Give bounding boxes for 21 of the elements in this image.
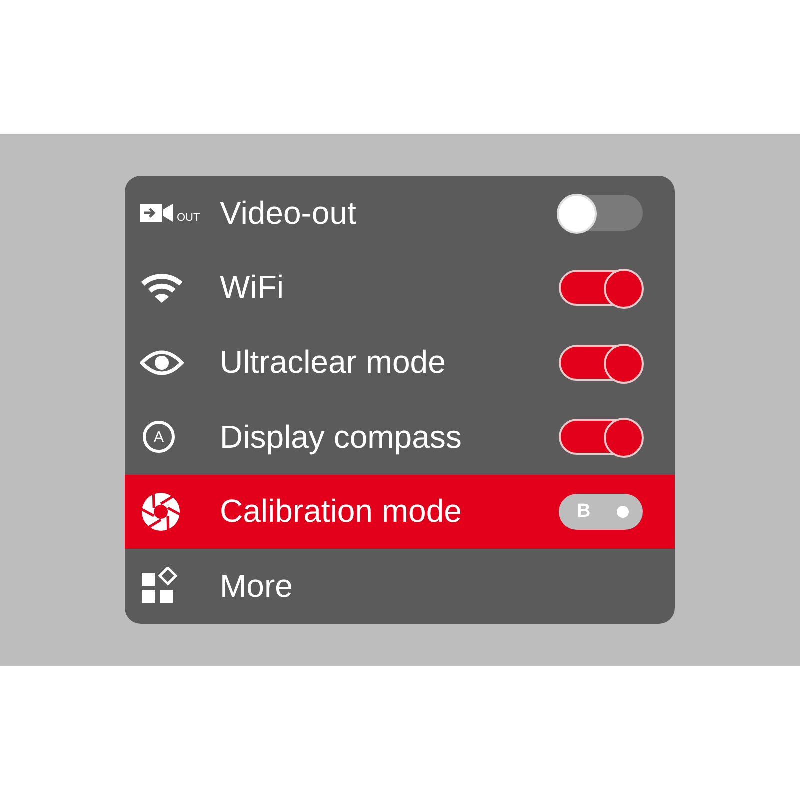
menu-row[interactable]: WiFi xyxy=(125,250,675,326)
toggle-switch[interactable] xyxy=(559,419,643,456)
wifi-icon xyxy=(140,272,184,304)
menu-label: More xyxy=(220,568,294,606)
menu-row[interactable]: Ultraclear mode xyxy=(125,325,675,400)
menu-row[interactable]: OUT Video-out xyxy=(125,176,675,251)
menu-label: Video-out xyxy=(220,194,358,232)
menu-label: WiFi xyxy=(220,269,285,306)
menu-row[interactable]: More xyxy=(125,549,675,624)
menu-label: Calibration mode xyxy=(220,493,463,530)
menu-label: Ultraclear mode xyxy=(220,344,447,382)
toggle-switch[interactable] xyxy=(559,270,643,306)
aperture-icon xyxy=(140,490,182,533)
toggle-switch[interactable] xyxy=(559,344,643,381)
menu-label: Display compass xyxy=(220,418,463,456)
menu-row[interactable]: Calibration mode B xyxy=(125,474,675,550)
menu-row[interactable]: A Display compass xyxy=(125,400,675,475)
out-label: OUT xyxy=(177,212,200,224)
toggle-switch[interactable] xyxy=(559,195,643,232)
compass-icon: A xyxy=(143,421,175,454)
video-camera-icon xyxy=(140,202,176,224)
